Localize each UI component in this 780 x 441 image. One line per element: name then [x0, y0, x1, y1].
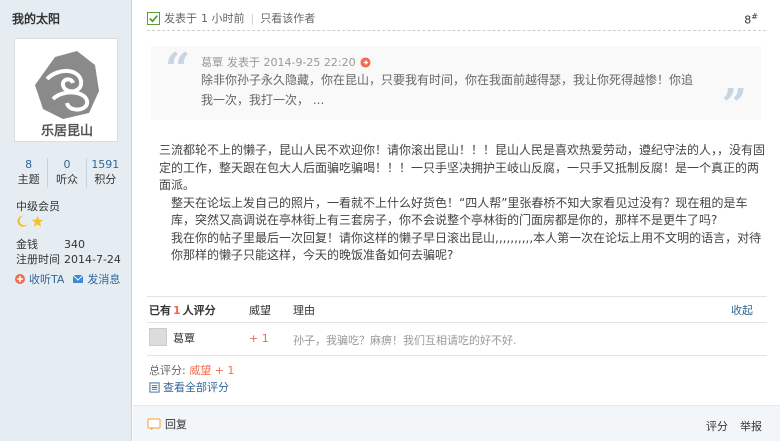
avatar[interactable]: 乐居昆山: [14, 38, 118, 142]
post-header: 发表于 1 小时前 | 只看该作者: [147, 10, 315, 26]
reply-button[interactable]: 回复: [147, 416, 187, 432]
rating-divider: [147, 355, 767, 356]
post-paragraph: 我在你的帖子里最后一次回复！请你这样的懒子早日滚出昆山,,,,,,,,,,本人第…: [171, 230, 762, 263]
rater-avatar[interactable]: [149, 328, 167, 346]
message-icon: [73, 274, 84, 283]
post-paragraph: 整天在论坛上发自己的照片，一看就不上什么好货色！“四人帮”里张春桥不知大家看见过…: [171, 195, 748, 228]
follow-icon: [15, 274, 25, 284]
star-icon: [31, 215, 44, 227]
rating-divider: [147, 296, 767, 297]
quote-author: 葛覃: [201, 56, 223, 69]
post-body: 发表于 1 小时前 | 只看该作者 8# “ 葛覃 发表于 2014-9-25 …: [133, 0, 780, 441]
post-time: 1 小时前: [201, 12, 245, 25]
post-content: 三流都轮不上的懒子，昆山人民不欢迎你！请你滚出昆山！！！昆山人民是喜欢热爱劳动，…: [159, 142, 769, 265]
stat-credits[interactable]: 1591 积分: [87, 158, 124, 188]
author-name[interactable]: 我的太阳: [12, 10, 60, 27]
online-status-icon: [147, 11, 160, 25]
collapse-ratings-link[interactable]: 收起: [731, 302, 753, 318]
svg-text:乐居昆山: 乐居昆山: [41, 123, 93, 139]
sidebar-actions: 收听TA 发消息: [14, 271, 120, 287]
jump-to-post-icon[interactable]: [360, 56, 371, 68]
quote-block: “ 葛覃 发表于 2014-9-25 22:20 除非你孙子永久隐藏，你在昆山，…: [151, 44, 761, 128]
open-quote-icon: “: [165, 44, 191, 95]
post-footer: 回复 评分 举报: [133, 405, 780, 441]
field-register-date: 注册时间 2014-7-24: [16, 253, 121, 266]
rating-reason: 孙子，我骗吃？麻痹！我们互相请吃的好不好.: [293, 334, 517, 347]
follow-button[interactable]: 收听TA: [14, 271, 64, 287]
report-link[interactable]: 举报: [740, 418, 762, 434]
rating-header: 已有 1 人评分 威望 理由 收起: [149, 302, 753, 318]
avatar-logo-icon: 乐居昆山: [35, 51, 99, 139]
quote-text: 除非你孙子永久隐藏，你在昆山，只要我有时间，你在我面前越得瑟，我让你死得越惨！你…: [201, 73, 694, 107]
author-sidebar: 我的太阳 乐居昆山 8 主题 0 听众 1591 积分 中级会员 金钱 340 注…: [0, 0, 132, 441]
only-author-link[interactable]: 只看该作者: [260, 10, 315, 26]
message-button[interactable]: 发消息: [72, 271, 120, 287]
quote-posted: 发表于 2014-9-25 22:20: [227, 56, 356, 69]
rating-points: + 1: [249, 332, 269, 345]
field-money: 金钱 340: [16, 238, 85, 251]
user-stats: 8 主题 0 听众 1591 积分: [10, 158, 124, 188]
rank-badges: [16, 215, 44, 228]
stat-threads[interactable]: 8 主题: [10, 158, 49, 188]
rating-total: 总评分: 威望 + 1: [149, 364, 235, 377]
rating-divider: [147, 322, 767, 323]
stat-followers[interactable]: 0 听众: [48, 158, 87, 188]
rating-row: 葛覃 + 1 孙子，我骗吃？麻痹！我们互相请吃的好不好.: [147, 326, 767, 352]
reply-icon: [147, 418, 161, 430]
ratings-list-icon: [149, 381, 160, 393]
header-divider: [147, 30, 766, 31]
quote-meta: 葛覃 发表于 2014-9-25 22:20: [201, 54, 371, 70]
view-all-ratings-link[interactable]: 查看全部评分: [149, 379, 229, 395]
close-quote-icon: ”: [721, 80, 747, 131]
rater-name[interactable]: 葛覃: [173, 330, 195, 346]
floor-number[interactable]: 8#: [744, 12, 758, 27]
footer-actions: 评分 举报: [706, 418, 762, 434]
moon-icon: [17, 215, 29, 227]
post-paragraph: 三流都轮不上的懒子，昆山人民不欢迎你！请你滚出昆山！！！昆山人民是喜欢热爱劳动，…: [159, 143, 766, 192]
rate-link[interactable]: 评分: [706, 418, 728, 434]
user-group[interactable]: 中级会员: [16, 198, 60, 214]
